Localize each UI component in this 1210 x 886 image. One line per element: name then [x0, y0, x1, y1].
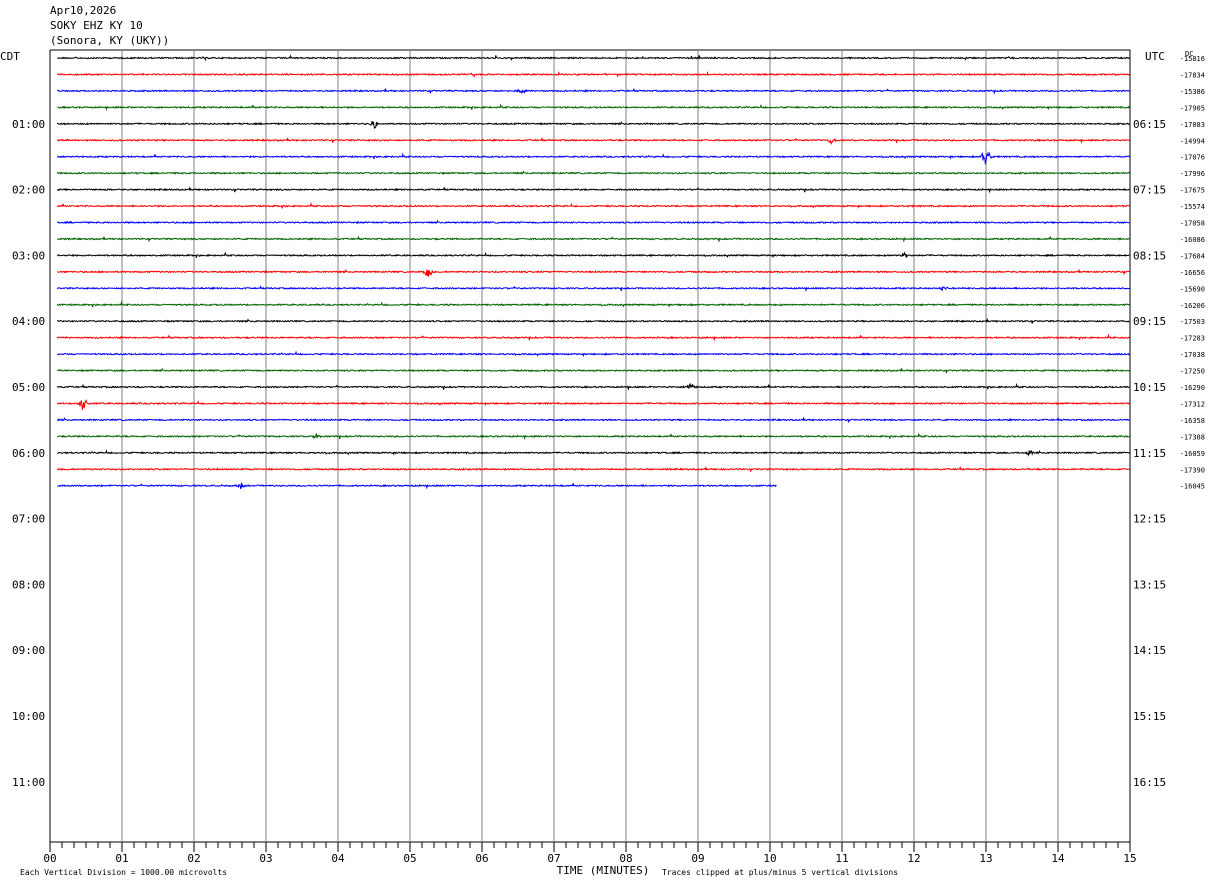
cdt-hour-label: 01:00: [12, 118, 45, 131]
cdt-hour-label: 02:00: [12, 184, 45, 197]
x-tick-label: 03: [259, 852, 272, 865]
cdt-hour-label: 04:00: [12, 315, 45, 328]
x-tick-label: 10: [763, 852, 776, 865]
utc-axis-label: UTC: [1145, 50, 1165, 63]
x-axis-title: TIME (MINUTES): [557, 864, 650, 877]
seismogram-trace: [56, 285, 1130, 293]
dc-offset-label: -17076: [1180, 154, 1205, 162]
seismogram-trace: [56, 382, 1130, 391]
dc-offset-label: -17996: [1180, 170, 1205, 178]
utc-hour-label: 08:15: [1133, 249, 1166, 262]
dc-offset-label: -16045: [1180, 483, 1205, 491]
dc-offset-label: -17905: [1180, 104, 1205, 112]
dc-offset-label: -16086: [1180, 236, 1205, 244]
x-tick-label: 15: [1123, 852, 1136, 865]
x-tick-label: 04: [331, 852, 345, 865]
dc-offset-label: -15690: [1180, 285, 1205, 293]
cdt-hour-label: 11:00: [12, 776, 45, 789]
seismogram-trace: [56, 300, 1130, 308]
cdt-hour-label: 05:00: [12, 381, 45, 394]
seismogram-trace: [56, 465, 1130, 472]
dc-column-label: DC: [1185, 50, 1193, 58]
dc-offset-label: -17834: [1180, 71, 1205, 79]
seismogram-trace: [56, 432, 1130, 441]
dc-offset-label: -17503: [1180, 318, 1205, 326]
dc-offset-label: -17388: [1180, 433, 1205, 441]
seismogram-trace: [57, 151, 1130, 165]
scale-note: Each Vertical Division = 1000.00 microvo…: [20, 868, 227, 877]
x-tick-label: 01: [115, 852, 128, 865]
dc-offset-label: -17058: [1180, 220, 1205, 228]
dc-offset-label: -16656: [1180, 269, 1205, 277]
utc-hour-label: 15:15: [1133, 710, 1166, 723]
dc-offset-label: -17038: [1180, 351, 1205, 359]
x-tick-label: 13: [979, 852, 992, 865]
seismogram-trace: [56, 235, 1130, 243]
x-tick-label: 05: [403, 852, 416, 865]
cdt-axis-label: CDT: [0, 50, 20, 63]
seismogram-trace: [57, 398, 1130, 410]
dc-offset-label: -17675: [1180, 187, 1205, 195]
utc-hour-label: 07:15: [1133, 184, 1166, 197]
seismogram-trace: [57, 54, 1130, 62]
helicorder-chart: 00 01 02 03 04 05 06 07 08 09 10 11 12 13 14 15-15816-1…: [0, 49, 1205, 877]
x-tick-label: 11: [835, 852, 848, 865]
utc-hour-label: 14:15: [1133, 644, 1166, 657]
seismogram-trace: [56, 251, 1130, 259]
utc-hour-label: 10:15: [1133, 381, 1166, 394]
utc-hour-label: 16:15: [1133, 776, 1166, 789]
seismogram-trace: [56, 121, 1130, 129]
dc-offset-label: -15574: [1180, 203, 1205, 211]
cdt-hour-label: 06:00: [12, 447, 45, 460]
dc-offset-label: -17312: [1180, 400, 1205, 408]
x-tick-label: 12: [907, 852, 920, 865]
x-tick-label: 14: [1051, 852, 1065, 865]
seismogram-trace: [56, 367, 1130, 374]
cdt-hour-label: 09:00: [12, 644, 45, 657]
utc-hour-label: 09:15: [1133, 315, 1166, 328]
seismogram-trace: [57, 136, 1130, 146]
seismogram-trace: [57, 416, 1130, 423]
utc-hour-label: 06:15: [1133, 118, 1166, 131]
utc-hour-label: 11:15: [1133, 447, 1166, 460]
dc-offset-label: -16290: [1180, 384, 1205, 392]
utc-hour-label: 12:15: [1133, 513, 1166, 526]
utc-hour-label: 13:15: [1133, 578, 1166, 591]
x-tick-label: 02: [187, 852, 200, 865]
seismogram-trace: [57, 317, 1130, 324]
dc-offset-label: -16206: [1180, 302, 1205, 310]
seismogram-trace: [56, 333, 1130, 342]
seismogram-trace: [57, 350, 1130, 358]
seismogram-trace: [57, 449, 1130, 457]
dc-offset-label: -17083: [1180, 121, 1205, 129]
cdt-hour-label: 08:00: [12, 578, 45, 591]
x-tick-label: 09: [691, 852, 704, 865]
seismogram-trace: [57, 268, 1130, 277]
seismogram-trace: [57, 103, 1130, 112]
dc-offset-label: -16059: [1180, 450, 1205, 458]
seismogram-trace: [57, 482, 777, 490]
dc-offset-label: -17684: [1180, 252, 1205, 260]
seismogram-trace: [56, 170, 1130, 175]
dc-offset-label: -17283: [1180, 335, 1205, 343]
seismogram-trace: [56, 87, 1130, 94]
seismogram-trace: [56, 186, 1130, 194]
seismogram-trace: [56, 201, 1130, 209]
clip-note: Traces clipped at plus/minus 5 vertical …: [662, 868, 898, 877]
dc-offset-label: -17390: [1180, 466, 1205, 474]
x-tick-label: 06: [475, 852, 488, 865]
seismogram-trace: [56, 219, 1130, 225]
x-tick-label: 00: [43, 852, 56, 865]
cdt-hour-label: 07:00: [12, 513, 45, 526]
dc-offset-label: -17250: [1180, 368, 1205, 376]
dc-offset-label: -16358: [1180, 417, 1205, 425]
dc-offset-label: -15386: [1180, 88, 1205, 96]
cdt-hour-label: 10:00: [12, 710, 45, 723]
cdt-hour-label: 03:00: [12, 249, 45, 262]
dc-offset-label: -14994: [1180, 137, 1205, 145]
seismogram-trace: [56, 70, 1130, 78]
